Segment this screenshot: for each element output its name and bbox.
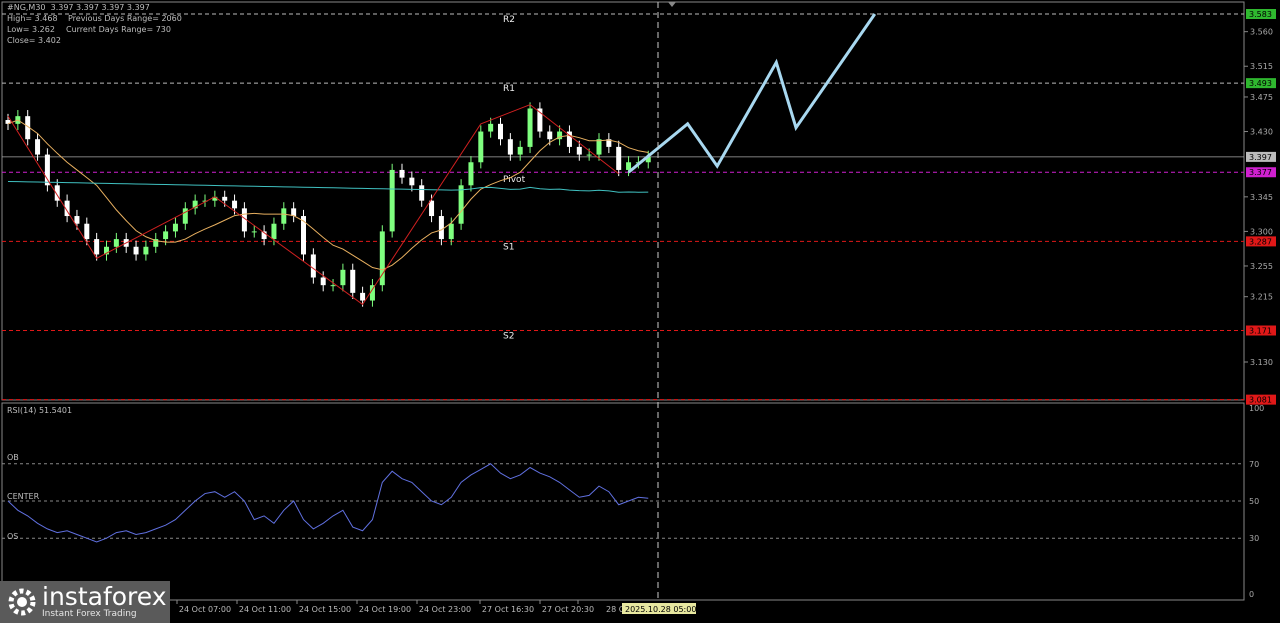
candle-body [232, 200, 238, 209]
price-tick-label: 3.430 [1250, 128, 1273, 137]
time-tick-label: 24 Oct 15:00 [299, 605, 351, 614]
ma-slow-line [7, 180, 649, 193]
price-level-text: 3.493 [1249, 79, 1272, 88]
candle-body [547, 131, 553, 140]
candle-body [527, 108, 533, 147]
candle-body [330, 285, 336, 287]
instaforex-logo: instaforex Instant Forex Trading [0, 581, 170, 623]
pivot-name-label: S1 [503, 242, 514, 252]
current-price-text: 3.397 [1249, 153, 1272, 162]
pivot-name-label: S2 [503, 331, 514, 341]
candle-body [448, 223, 454, 240]
rsi-tick-label: 50 [1249, 497, 1259, 506]
pivot-name-label: Pivot [503, 175, 526, 185]
price-chart[interactable]: 3.583 R2 3.493 R1 3.377 Pivot 3.287 S1 3.171 S2 3.… [0, 0, 1280, 623]
price-tick-label: 3.345 [1250, 193, 1273, 202]
candle-body [626, 162, 632, 170]
candle-body [271, 223, 277, 240]
forecast-path [627, 13, 877, 174]
candle-body [350, 269, 356, 293]
price-panel-frame [1, 1, 1245, 401]
candle-body [182, 208, 188, 224]
symbol-line: #NG,M30 3.397 3.397 3.397 3.397 [7, 3, 150, 12]
price-tick-label: 3.300 [1250, 227, 1273, 236]
candle-body [310, 254, 316, 278]
candle-body [419, 185, 425, 201]
chart-shift-marker [668, 2, 676, 7]
candle-body [586, 154, 592, 156]
pivot-name-label: R2 [503, 15, 515, 25]
price-tick-label: 3.560 [1250, 28, 1273, 37]
candle-body [84, 223, 90, 240]
price-tick-label: 3.255 [1250, 262, 1273, 271]
candle-body [488, 123, 494, 132]
candle-body [478, 131, 484, 163]
price-tick-label: 3.130 [1250, 358, 1273, 367]
rsi-tick-label: 100 [1249, 404, 1264, 413]
price-tick-label: 3.515 [1250, 62, 1273, 71]
price-level-text: 3.171 [1249, 326, 1272, 335]
candle-body [320, 277, 326, 286]
rsi-tick-label: 0 [1249, 590, 1254, 599]
rsi-os-label: OS [7, 532, 19, 541]
candle-body [74, 216, 80, 224]
price-level-text: 3.583 [1249, 10, 1272, 19]
candle-body [429, 200, 435, 217]
candle-body [44, 154, 50, 186]
candle-body [94, 239, 100, 255]
candle-body [251, 231, 257, 233]
candle-body [438, 216, 444, 240]
current-days-range: Current Days Range= 730 [66, 25, 171, 34]
close-value: Close= 3.402 [7, 36, 61, 45]
price-tick-label: 3.215 [1250, 293, 1273, 302]
price-tick-label: 3.475 [1250, 93, 1273, 102]
logo-brand: instaforex [42, 582, 167, 611]
low-value: Low= 3.262 [7, 25, 55, 34]
time-tick-label: 24 Oct 07:00 [179, 605, 231, 614]
candle-body [113, 239, 119, 247]
rsi-line [7, 463, 649, 543]
candle-body [507, 139, 513, 155]
time-tick-label: 27 Oct 16:30 [482, 605, 534, 614]
candle-body [616, 146, 622, 170]
candle-body [340, 269, 346, 286]
rsi-title: RSI(14) 51.5401 [7, 406, 73, 415]
candle-body [281, 208, 287, 224]
candle-body [133, 246, 139, 255]
candle-body [301, 216, 306, 255]
time-tick-label: 27 Oct 20:30 [542, 605, 594, 614]
candle-body [399, 169, 405, 178]
candle-body [458, 185, 464, 224]
gear-icon [8, 588, 36, 616]
candle-body [222, 196, 228, 201]
candle-body [143, 246, 149, 255]
time-cursor-text: 2025.10.28 05:00 [625, 605, 696, 614]
time-tick-label: 24 Oct 23:00 [419, 605, 471, 614]
price-level-text: 3.287 [1249, 237, 1272, 246]
high-value: High= 3.468 [7, 14, 58, 23]
candle-body [172, 223, 178, 232]
candle-body [163, 231, 169, 240]
candle-body [389, 169, 395, 232]
time-tick-label: 24 Oct 19:00 [359, 605, 411, 614]
pivot-name-label: R1 [503, 84, 515, 94]
rsi-tick-label: 30 [1249, 534, 1259, 543]
candle-body [596, 139, 602, 155]
rsi-ob-label: OB [7, 453, 19, 462]
candle-body [409, 177, 415, 186]
candle-body [498, 123, 503, 140]
rsi-tick-label: 70 [1249, 460, 1259, 469]
price-level-text: 3.377 [1249, 168, 1272, 177]
candle-body [576, 146, 582, 155]
candle-body [517, 146, 523, 155]
candle-body [468, 162, 474, 186]
time-tick-label: 24 Oct 11:00 [239, 605, 291, 614]
rsi-center-label: CENTER [7, 492, 40, 501]
candle-body [35, 139, 41, 155]
candle-body [360, 292, 366, 301]
previous-days-range: Previous Days Range= 2060 [68, 14, 182, 23]
